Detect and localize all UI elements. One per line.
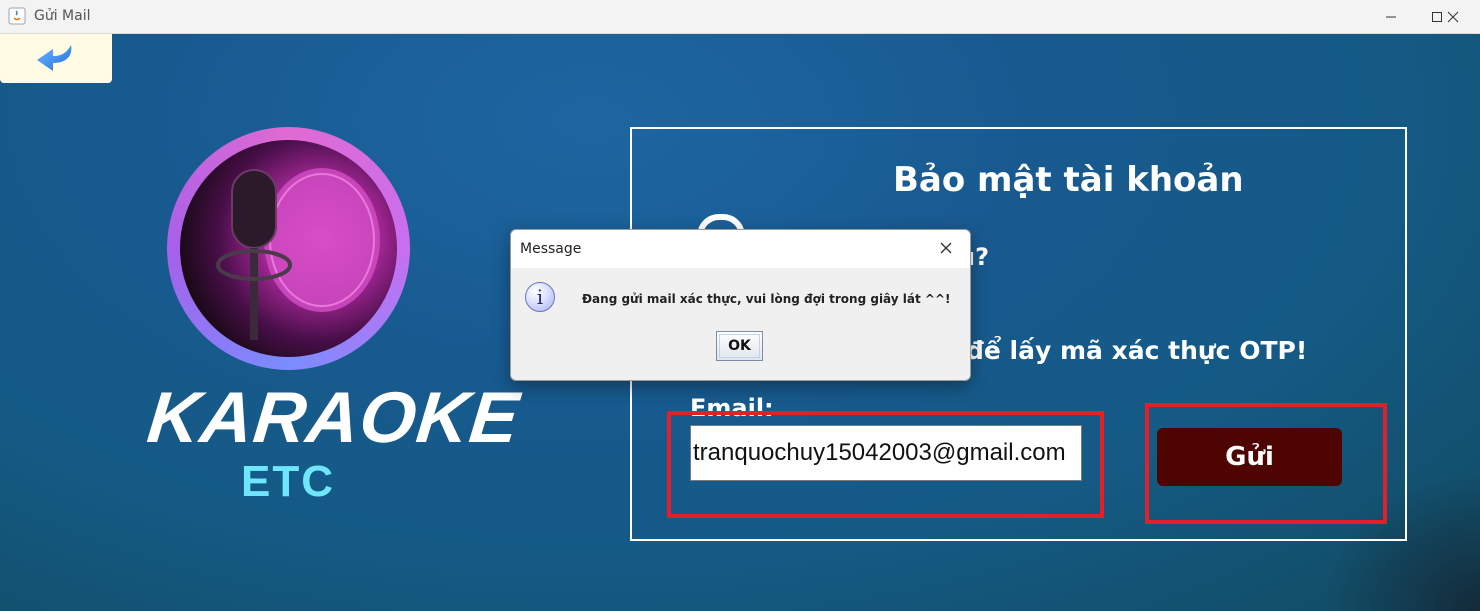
logo-text-karaoke: KARAOKE [143,378,524,458]
minimize-icon [1386,16,1396,17]
close-icon [1447,11,1459,22]
send-button[interactable]: Gửi [1157,428,1342,486]
microphone-image [180,140,397,357]
dialog-titlebar: Message [511,230,970,268]
ok-button[interactable]: OK [716,331,763,361]
dialog-message: Đang gửi mail xác thực, vui lòng đợi tro… [582,292,951,306]
java-app-icon [8,7,26,25]
karaoke-logo [167,127,410,370]
dialog-title: Message [520,241,582,257]
panel-instruction: để lấy mã xác thực OTP! [966,336,1308,365]
window-title: Gửi Mail [34,8,91,24]
window-titlebar: Gửi Mail [0,0,1480,34]
minimize-button[interactable] [1368,0,1414,33]
back-button[interactable] [0,34,112,83]
undo-arrow-icon [37,44,72,71]
close-icon [940,242,952,254]
message-dialog: Message i Đang gửi mail xác thực, vui lò… [510,229,971,381]
info-icon: i [525,282,555,312]
logo-text-etc: ETC [241,457,335,506]
dialog-close-button[interactable] [939,239,953,260]
panel-title: Bảo mật tài khoản [893,160,1244,200]
highlight-email-box [667,411,1104,518]
close-button[interactable] [1430,0,1476,33]
